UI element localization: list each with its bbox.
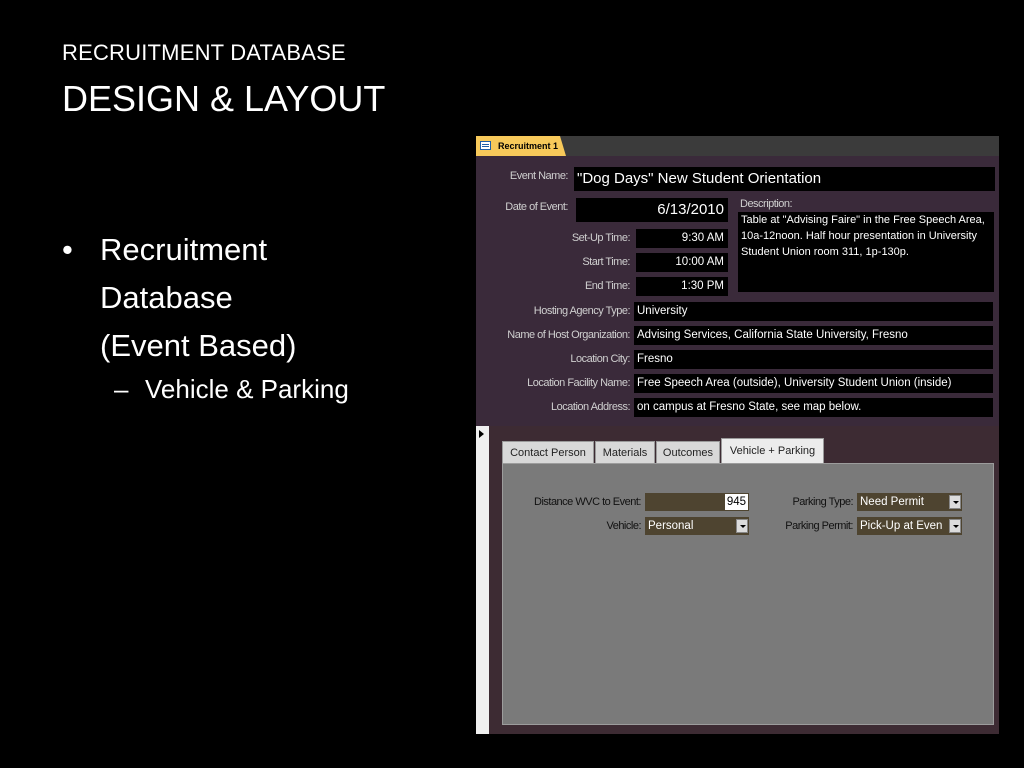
start-time-field[interactable]: 10:00 AM <box>636 253 728 272</box>
bullet-dot-icon: • <box>62 232 73 267</box>
location-address-field[interactable]: on campus at Fresno State, see map below… <box>634 398 993 417</box>
location-facility-label: Location Facility Name: <box>527 377 630 389</box>
location-city-label: Location City: <box>570 353 630 365</box>
bullet-text-line1: Recruitment <box>100 232 268 267</box>
vehicle-combo[interactable]: Personal <box>645 517 749 535</box>
parking-type-label: Parking Type: <box>792 496 853 508</box>
date-of-event-label: Date of Event: <box>505 201 568 213</box>
parking-type-combo[interactable]: Need Permit <box>857 493 962 511</box>
hosting-agency-type-field[interactable]: University <box>634 302 993 321</box>
hosting-agency-type-label: Hosting Agency Type: <box>533 305 631 317</box>
start-time-label: Start Time: <box>582 256 630 268</box>
setup-time-label: Set-Up Time: <box>571 232 631 244</box>
form-window: Recruitment 1 Event Name: "Dog Days" New… <box>476 136 999 734</box>
tab-materials[interactable]: Materials <box>595 441 655 463</box>
vehicle-value: Personal <box>648 520 694 532</box>
setup-time-field[interactable]: 9:30 AM <box>636 229 728 248</box>
record-selector[interactable] <box>476 426 489 734</box>
form-icon <box>480 141 491 150</box>
document-tab-bar: Recruitment 1 <box>476 136 999 156</box>
document-tab-label: Recruitment 1 <box>498 141 559 151</box>
tab-contact-person[interactable]: Contact Person <box>502 441 594 463</box>
tab-vehicle-parking[interactable]: Vehicle + Parking <box>721 438 824 464</box>
dropdown-arrow-icon[interactable] <box>949 519 961 533</box>
location-address-label: Location Address: <box>551 401 630 413</box>
host-organization-label: Name of Host Organization: <box>507 329 630 341</box>
record-selector-arrow-icon <box>479 430 484 438</box>
location-facility-field[interactable]: Free Speech Area (outside), University S… <box>634 374 993 393</box>
sub-bullet-dash-icon: – <box>114 374 129 404</box>
bullet-item: • Recruitment Database (Event Based) <box>62 226 349 370</box>
document-tab[interactable]: Recruitment 1 <box>476 136 566 156</box>
tab-control: Contact Person Materials Outcomes Vehicl… <box>502 438 994 725</box>
parking-type-value: Need Permit <box>860 496 924 508</box>
parking-permit-combo[interactable]: Pick-Up at Even <box>857 517 962 535</box>
slide-title-line1: RECRUITMENT DATABASE <box>62 40 346 65</box>
parking-permit-value: Pick-Up at Even <box>860 520 943 532</box>
event-name-field[interactable]: "Dog Days" New Student Orientation <box>574 167 995 191</box>
dropdown-arrow-icon[interactable] <box>949 495 961 509</box>
slide-title-line2: DESIGN & LAYOUT <box>62 78 386 119</box>
description-field[interactable]: Table at "Advising Faire" in the Free Sp… <box>738 212 994 292</box>
sub-bullet-item: – Vehicle & Parking <box>62 372 349 406</box>
distance-field[interactable]: 945 <box>645 493 749 511</box>
bullet-list: • Recruitment Database (Event Based) – V… <box>62 226 349 406</box>
description-label: Description: <box>740 198 793 210</box>
vehicle-parking-page: Distance WVC to Event: 945 Vehicle: Pers… <box>502 463 994 725</box>
distance-value: 945 <box>724 494 748 510</box>
end-time-field[interactable]: 1:30 PM <box>636 277 728 296</box>
date-of-event-field[interactable]: 6/13/2010 <box>576 198 728 222</box>
dropdown-arrow-icon[interactable] <box>736 519 748 533</box>
host-organization-field[interactable]: Advising Services, California State Univ… <box>634 326 993 345</box>
bullet-text-line2: Database <box>100 280 233 315</box>
tab-outcomes[interactable]: Outcomes <box>656 441 720 463</box>
end-time-label: End Time: <box>584 280 631 292</box>
event-name-label: Event Name: <box>509 170 569 182</box>
bullet-text-line3: (Event Based) <box>100 328 297 363</box>
parking-permit-label: Parking Permit: <box>785 520 853 532</box>
sub-bullet-text: Vehicle & Parking <box>145 374 349 404</box>
distance-label: Distance WVC to Event: <box>534 496 642 508</box>
location-city-field[interactable]: Fresno <box>634 350 993 369</box>
vehicle-label: Vehicle: <box>606 520 641 532</box>
